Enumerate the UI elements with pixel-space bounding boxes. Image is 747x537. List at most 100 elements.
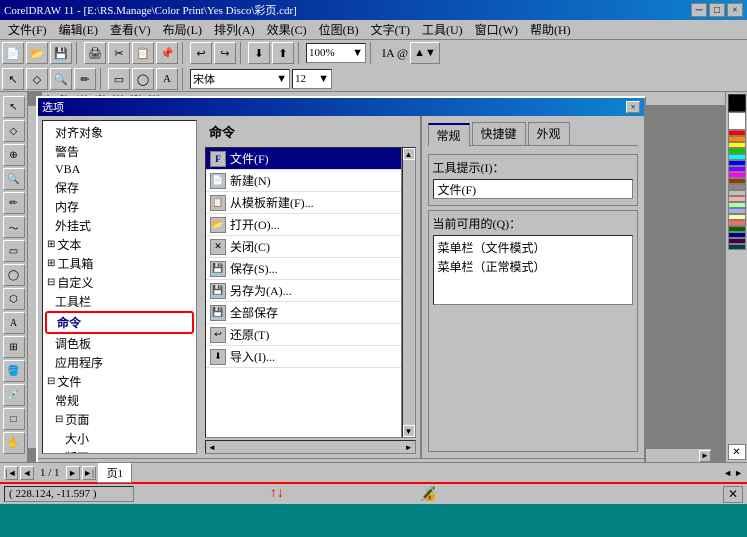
print-btn[interactable]: 🖨: [84, 42, 106, 64]
new-btn[interactable]: 📄: [2, 42, 24, 64]
minimize-button[interactable]: ─: [691, 3, 707, 17]
zoom-combo[interactable]: 100% ▼: [306, 43, 366, 63]
paste-btn[interactable]: 📌: [156, 42, 178, 64]
page-next-btn[interactable]: ►: [66, 466, 80, 480]
import-btn[interactable]: ⬇: [248, 42, 270, 64]
ellipse-btn[interactable]: ◯: [132, 68, 154, 90]
tool-eyedrop[interactable]: 💉: [3, 384, 25, 406]
cmd-hscroll-left[interactable]: ◄: [206, 443, 218, 452]
menu-tools[interactable]: 工具(U): [416, 19, 469, 40]
menu-effects[interactable]: 效果(C): [261, 19, 313, 40]
cmd-file[interactable]: F 文件(F): [206, 148, 401, 170]
cmd-scroll-down[interactable]: ▼: [403, 425, 415, 437]
tree-item-toolbox[interactable]: ⊞工具箱: [45, 254, 194, 273]
undo-btn[interactable]: ↩: [190, 42, 212, 64]
hscroll-right[interactable]: ►: [699, 450, 711, 462]
page-scroll-left[interactable]: ◄: [723, 468, 732, 478]
color-swatch-black[interactable]: [728, 94, 746, 112]
tooltip-field[interactable]: 文件(F): [433, 179, 634, 199]
menu-bitmap[interactable]: 位图(B): [313, 19, 365, 40]
tool-rect[interactable]: ▭: [3, 240, 25, 262]
save-btn[interactable]: 💾: [50, 42, 72, 64]
dialog-close-button[interactable]: ×: [626, 101, 640, 113]
tab-general[interactable]: 常规: [428, 123, 470, 146]
tool-ellipse[interactable]: ◯: [3, 264, 25, 286]
tool-crop[interactable]: ⊕: [3, 144, 25, 166]
select-btn[interactable]: ↖: [2, 68, 24, 90]
page-scroll-right[interactable]: ►: [734, 468, 743, 478]
tree-item-plugin[interactable]: 外挂式: [45, 216, 194, 235]
tree-item-warning[interactable]: 警告: [45, 142, 194, 161]
cmd-saveall[interactable]: 💾 全部保存: [206, 302, 401, 324]
cut-btn[interactable]: ✂: [108, 42, 130, 64]
font-combo[interactable]: 宋体 ▼: [190, 69, 290, 89]
list-item-2[interactable]: 菜单栏（正常模式）: [436, 257, 631, 276]
tool-node[interactable]: ◇: [3, 120, 25, 142]
rect-btn[interactable]: ▭: [108, 68, 130, 90]
menu-text[interactable]: 文字(T): [365, 19, 416, 40]
tree-item-toolbar[interactable]: 工具栏: [45, 292, 194, 311]
tree-item-save[interactable]: 保存: [45, 178, 194, 197]
page-first-btn[interactable]: |◄: [4, 466, 18, 480]
tree-item-general[interactable]: 常规: [45, 391, 194, 410]
menu-layout[interactable]: 布局(L): [157, 19, 208, 40]
page-tab-1[interactable]: 页1: [98, 463, 133, 483]
tree-item-text[interactable]: ⊞文本: [45, 235, 194, 254]
node-btn[interactable]: ◇: [26, 68, 48, 90]
tree-item-palette[interactable]: 调色板: [45, 334, 194, 353]
freehand-btn[interactable]: ✏: [74, 68, 96, 90]
redo-btn[interactable]: ↪: [214, 42, 236, 64]
cmd-revert[interactable]: ↩ 还原(T): [206, 324, 401, 346]
tree-item-file[interactable]: ⊟文件: [45, 372, 194, 391]
text-btn[interactable]: A: [156, 68, 178, 90]
close-button[interactable]: ×: [727, 3, 743, 17]
menu-view[interactable]: 查看(V): [104, 19, 157, 40]
tree-item-app[interactable]: 应用程序: [45, 353, 194, 372]
menu-help[interactable]: 帮助(H): [524, 19, 577, 40]
cmd-scroll-up[interactable]: ▲: [403, 148, 415, 160]
cmd-close[interactable]: ✕ 关闭(C): [206, 236, 401, 258]
tool-table[interactable]: ⊞: [3, 336, 25, 358]
tree-item-customize[interactable]: ⊟自定义: [45, 273, 194, 292]
tree-item-align[interactable]: 对齐对象: [45, 123, 194, 142]
cmd-scrollbar[interactable]: ▲ ▼: [402, 147, 416, 438]
cmd-template[interactable]: 📋 从模板新建(F)...: [206, 192, 401, 214]
tree-item-command[interactable]: 命令: [45, 311, 194, 334]
tool-outline[interactable]: □: [3, 408, 25, 430]
maximize-button[interactable]: □: [709, 3, 725, 17]
cmd-saveas[interactable]: 💾 另存为(A)...: [206, 280, 401, 302]
tool-freehand[interactable]: ✏: [3, 192, 25, 214]
export-btn[interactable]: ⬆: [272, 42, 294, 64]
tree-item-layout[interactable]: 版面: [45, 448, 194, 454]
tree-item-memory[interactable]: 内存: [45, 197, 194, 216]
menu-arrange[interactable]: 排列(A): [208, 19, 261, 40]
menu-window[interactable]: 窗口(W): [469, 19, 524, 40]
zoom-btn[interactable]: 🔍: [50, 68, 72, 90]
tool-smart[interactable]: ～: [3, 216, 25, 238]
copy-btn[interactable]: 📋: [132, 42, 154, 64]
menu-edit[interactable]: 编辑(E): [53, 19, 104, 40]
cmd-hscrollbar[interactable]: ◄ ►: [205, 440, 416, 454]
open-btn[interactable]: 📂: [26, 42, 48, 64]
tool-select[interactable]: ↖: [3, 96, 25, 118]
tree-item-size[interactable]: 大小: [45, 429, 194, 448]
cmd-import[interactable]: ⬇ 导入(I)...: [206, 346, 401, 368]
tab-shortcut[interactable]: 快捷键: [472, 122, 526, 145]
color-swatch-teal[interactable]: [728, 244, 746, 250]
cmd-hscroll-right[interactable]: ►: [403, 443, 415, 452]
fontsize-combo[interactable]: 12 ▼: [292, 69, 332, 89]
tool-zoom[interactable]: 🔍: [3, 168, 25, 190]
tool-text[interactable]: A: [3, 312, 25, 334]
tool-hand[interactable]: ✋: [3, 432, 25, 454]
color-none[interactable]: ✕: [728, 444, 746, 460]
status-close-icon[interactable]: ✕: [723, 486, 743, 503]
tab-appearance[interactable]: 外观: [528, 122, 570, 145]
cmd-open[interactable]: 📂 打开(O)...: [206, 214, 401, 236]
cmd-save[interactable]: 💾 保存(S)...: [206, 258, 401, 280]
list-item-1[interactable]: 菜单栏（文件模式）: [436, 238, 631, 257]
page-last-btn[interactable]: ►|: [82, 466, 96, 480]
app-btn[interactable]: ▲▼: [410, 42, 440, 64]
page-prev-btn[interactable]: ◄: [20, 466, 34, 480]
tool-fill[interactable]: 🪣: [3, 360, 25, 382]
tree-item-page[interactable]: ⊟页面: [45, 410, 194, 429]
